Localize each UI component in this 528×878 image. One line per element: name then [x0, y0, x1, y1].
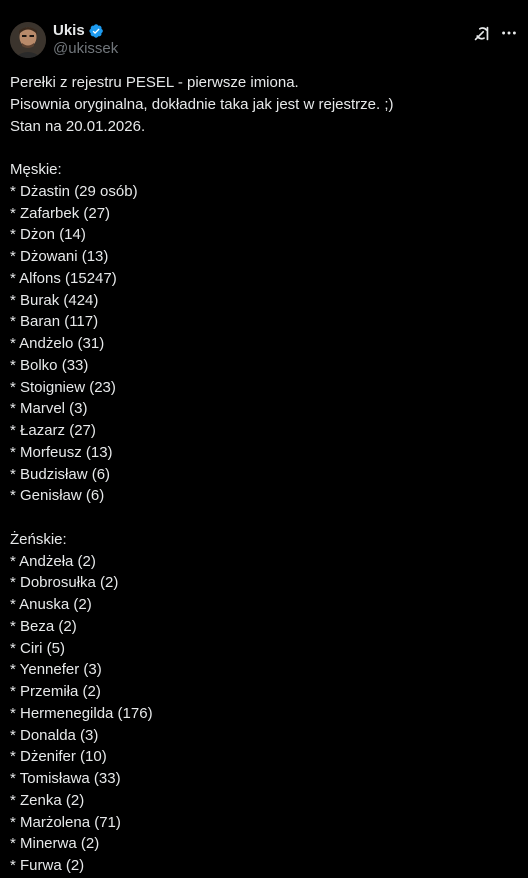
list-item: * Dżowani (13)	[10, 248, 109, 265]
list-item: * Tomisława (33)	[10, 770, 121, 787]
post: Ukis @ukissek Perełki z rejestru PESEL -…	[0, 0, 528, 878]
grok-icon[interactable]	[472, 24, 490, 42]
female-heading: Żeńskie:	[10, 530, 67, 548]
list-item: * Dżon (14)	[10, 226, 86, 244]
list-item: * Donalda (3)	[10, 726, 99, 744]
list-item: * Yennefer (3)	[10, 661, 102, 679]
list-item: * Budzisław (6)	[10, 465, 111, 483]
more-icon[interactable]	[500, 24, 518, 42]
list-item: * Hermenegilda (176)	[10, 704, 153, 722]
verified-badge-icon	[88, 23, 104, 39]
list-item: * Genisław (6)	[10, 487, 105, 505]
post-header: Ukis @ukissek	[10, 22, 518, 62]
list-item: * Bolko (33)	[10, 356, 89, 374]
list-item: * Baran (117)	[10, 313, 99, 331]
display-name[interactable]: Ukis	[53, 22, 85, 40]
intro-line: Pisownia oryginalna, dokładnie taka jak …	[10, 95, 394, 113]
list-item: * Morfeusz (13)	[10, 443, 113, 461]
list-item: * Anuska (2)	[10, 596, 92, 613]
list-item: * Zafarbek (27)	[10, 204, 111, 222]
avatar-image	[10, 22, 46, 58]
list-item: * Burak (424)	[10, 291, 99, 309]
list-item: * Zenka (2)	[10, 791, 85, 809]
list-item: * Marżolena (71)	[10, 813, 121, 831]
list-item: * Minerwa (2)	[10, 835, 100, 853]
list-item: * Dobrosułka (2)	[10, 574, 119, 592]
list-item: * Łazarz (27)	[10, 422, 96, 439]
avatar[interactable]	[10, 22, 46, 58]
list-item: * Stoigniew (23)	[10, 378, 116, 396]
list-item: * Andżeła (2)	[10, 552, 96, 570]
list-item: * Beza (2)	[10, 617, 77, 635]
user-info: Ukis @ukissek	[53, 22, 118, 58]
intro-line: Stan na 20.01.2026.	[10, 117, 146, 135]
list-item: * Andżelo (31)	[10, 335, 105, 352]
list-item: * Alfons (15247)	[10, 269, 117, 287]
list-item: * Marvel (3)	[10, 400, 88, 418]
intro-line: Perełki z rejestru PESEL - pierwsze imio…	[10, 74, 299, 91]
name-row: Ukis	[53, 22, 118, 40]
list-item: * Furwa (2)	[10, 857, 85, 874]
list-item: * Przemiła (2)	[10, 683, 101, 700]
list-item: * Dżastin (29 osób)	[10, 182, 138, 200]
post-actions	[472, 24, 518, 42]
post-text: Perełki z rejestru PESEL - pierwsze imio…	[10, 72, 518, 877]
list-item: * Ciri (5)	[10, 639, 65, 657]
user-handle[interactable]: @ukissek	[53, 40, 118, 58]
list-item: * Dżenifer (10)	[10, 748, 107, 766]
male-heading: Męskie:	[10, 161, 62, 178]
